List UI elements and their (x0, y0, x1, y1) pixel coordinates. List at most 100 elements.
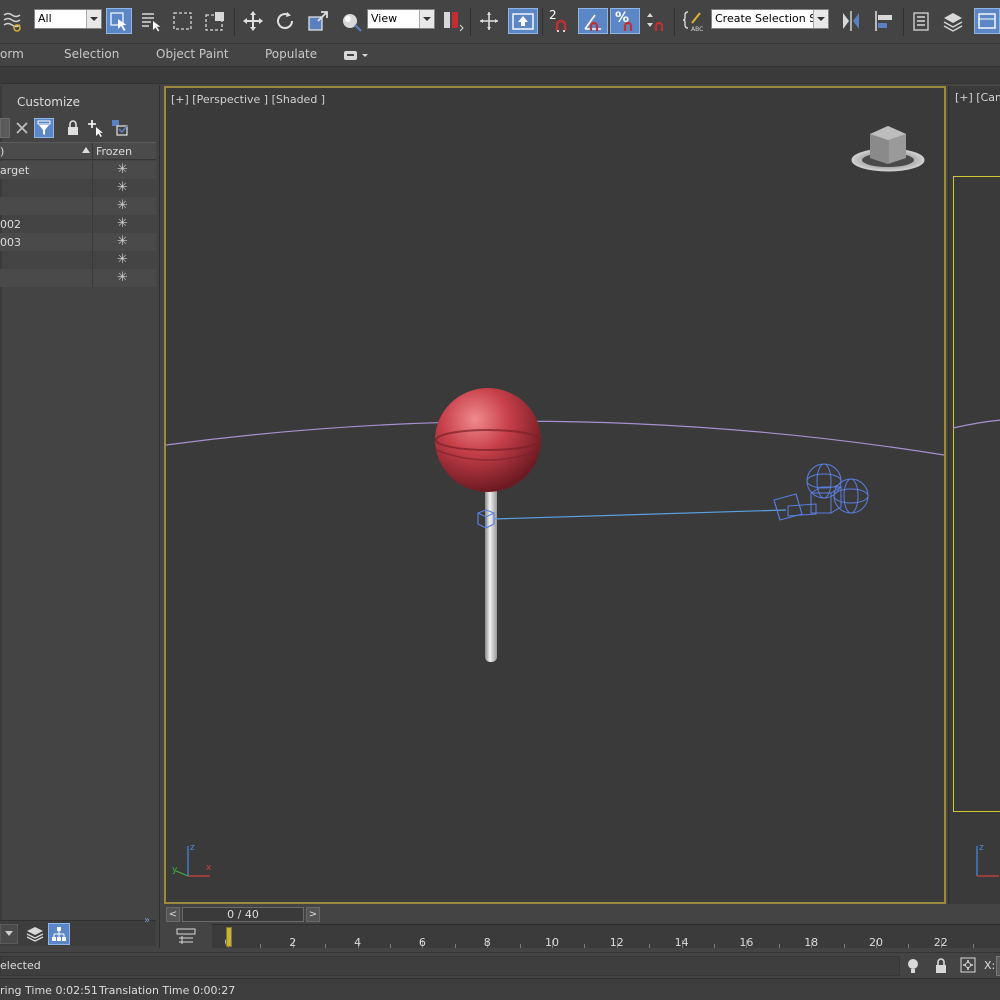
list-item[interactable]: arget ✳ (0, 161, 156, 179)
camera-viewport[interactable]: [+] [Cam z (948, 86, 1000, 904)
frozen-toggle-icon[interactable]: ✳ (117, 216, 128, 231)
frozen-toggle-icon[interactable]: ✳ (117, 234, 128, 249)
track-tick-label: 2 (289, 936, 297, 949)
frozen-toggle-icon[interactable]: ✳ (117, 270, 128, 285)
x-coordinate-field[interactable] (996, 956, 1000, 976)
perspective-viewport[interactable]: [+] [Perspective ] [Shaded ] z x y (164, 86, 946, 904)
track-tick-label: 14 (674, 936, 689, 949)
explorer-type-dropdown[interactable] (0, 924, 18, 944)
track-tick (454, 944, 456, 948)
lollipop-candy[interactable] (435, 388, 541, 492)
ribbon-tab-freeform[interactable]: orm (0, 47, 24, 61)
rotate-icon[interactable] (272, 8, 298, 34)
ribbon-options-icon[interactable] (343, 50, 369, 65)
ribbon-tab-populate[interactable]: Populate (265, 47, 317, 61)
toggle-layer-explorer-icon[interactable] (940, 8, 966, 34)
pivot-center-icon[interactable] (440, 8, 466, 34)
selection-filter-dropdown[interactable]: All (34, 9, 102, 29)
select-by-name-icon[interactable] (138, 8, 164, 34)
time-slider-position: 0 / 40 (227, 908, 259, 921)
select-children-icon[interactable] (86, 118, 106, 138)
rectangle-selection-icon[interactable] (170, 8, 196, 34)
close-icon[interactable] (12, 118, 32, 138)
chevron-down-icon (419, 10, 434, 28)
column-header-name[interactable]: ) (0, 145, 4, 158)
select-and-manipulate-icon[interactable] (476, 8, 502, 34)
list-item[interactable]: 002 ✳ (0, 215, 156, 233)
ribbon-panel-collapsed (0, 66, 1000, 84)
viewcube-icon[interactable] (850, 122, 926, 176)
x-coordinate-label: X: (984, 959, 996, 972)
filter-icon[interactable] (34, 118, 54, 138)
rendering-time-text: ring Time 0:02:51 (0, 984, 98, 997)
absolute-mode-transform-icon[interactable] (960, 957, 976, 976)
reference-coordinate-dropdown[interactable]: View (367, 9, 435, 29)
keyboard-shortcut-override-button[interactable] (508, 8, 538, 34)
list-item[interactable]: ✳ (0, 197, 156, 215)
bind-spacewarp-icon[interactable] (0, 8, 26, 34)
selection-status-field (0, 956, 900, 976)
snaps-toggle-icon[interactable]: 2 (546, 8, 572, 34)
track-tick-label: 20 (869, 936, 883, 949)
named-selection-value: Create Selection Se (715, 12, 823, 25)
track-tick-label: 12 (609, 936, 624, 949)
camera-object[interactable] (773, 463, 869, 521)
move-icon[interactable] (240, 8, 266, 34)
toggle-scene-explorer-icon[interactable] (908, 8, 934, 34)
explorer-menu-customize[interactable]: Customize (17, 95, 80, 109)
percent-snap-toggle-button[interactable]: % (610, 8, 640, 34)
explorer-object-list: arget ✳ ✳ ✳ 002 ✳ 003 ✳ ✳ ✳ (0, 161, 156, 287)
select-dependents-icon[interactable] (110, 118, 130, 138)
angle-snap-toggle-button[interactable] (578, 8, 608, 34)
explorer-search-field[interactable] (0, 118, 10, 138)
lollipop-stick[interactable] (485, 478, 497, 662)
toolbar-separator (470, 8, 471, 36)
track-tick (649, 944, 651, 948)
list-item[interactable]: ✳ (0, 251, 156, 269)
track-tick (519, 944, 521, 948)
ribbon-tab-selection[interactable]: Selection (64, 47, 119, 61)
camera-target-line (493, 509, 787, 520)
list-item[interactable]: ✳ (0, 269, 156, 287)
time-slider-track[interactable]: 0 / 40 (182, 907, 304, 922)
frozen-toggle-icon[interactable]: ✳ (117, 252, 128, 267)
spinner-snap-icon[interactable] (643, 8, 669, 34)
percent-snap-label: % (615, 10, 630, 26)
scale-icon[interactable] (305, 8, 331, 34)
translation-time-text: Translation Time 0:00:27 (99, 984, 236, 997)
edit-named-selection-icon[interactable]: ABC (679, 8, 705, 34)
track-bar[interactable]: 0246810121416182022 (212, 924, 1000, 949)
mirror-icon[interactable] (838, 8, 864, 34)
frozen-toggle-icon[interactable]: ✳ (117, 198, 128, 213)
ribbon-tab-object-paint[interactable]: Object Paint (156, 47, 229, 61)
named-selection-sets-dropdown[interactable]: Create Selection Se (711, 9, 829, 29)
track-tick-label: 8 (483, 936, 491, 949)
column-header-frozen[interactable]: Frozen (92, 143, 156, 160)
snap-dimension-label: 2 (549, 8, 557, 22)
track-tick (325, 944, 327, 948)
layers-icon[interactable] (24, 924, 46, 944)
collapse-panel-icon[interactable]: » (144, 915, 150, 926)
lock-icon[interactable] (63, 118, 83, 138)
toggle-ribbon-button[interactable] (974, 8, 1000, 34)
window-crossing-icon[interactable] (202, 8, 228, 34)
select-object-button[interactable] (106, 8, 132, 34)
time-slider-next-button[interactable]: > (306, 907, 320, 922)
svg-text:x: x (206, 863, 212, 873)
align-icon[interactable] (871, 8, 897, 34)
place-icon[interactable] (338, 8, 364, 34)
track-tick-label: 18 (804, 936, 819, 949)
svg-text:z: z (979, 843, 984, 853)
selection-lock-icon[interactable] (934, 958, 948, 977)
frozen-toggle-icon[interactable]: ✳ (117, 162, 128, 177)
current-frame-marker[interactable] (226, 927, 232, 947)
list-item[interactable]: 003 ✳ (0, 233, 156, 251)
time-slider-prev-button[interactable]: < (166, 907, 180, 922)
mini-curve-editor-icon[interactable] (174, 926, 198, 946)
svg-text:z: z (190, 843, 195, 853)
frozen-toggle-icon[interactable]: ✳ (117, 180, 128, 195)
track-tick (390, 944, 391, 948)
isolate-selection-icon[interactable] (906, 958, 920, 977)
hierarchy-icon[interactable] (48, 923, 70, 945)
list-item[interactable]: ✳ (0, 179, 156, 197)
